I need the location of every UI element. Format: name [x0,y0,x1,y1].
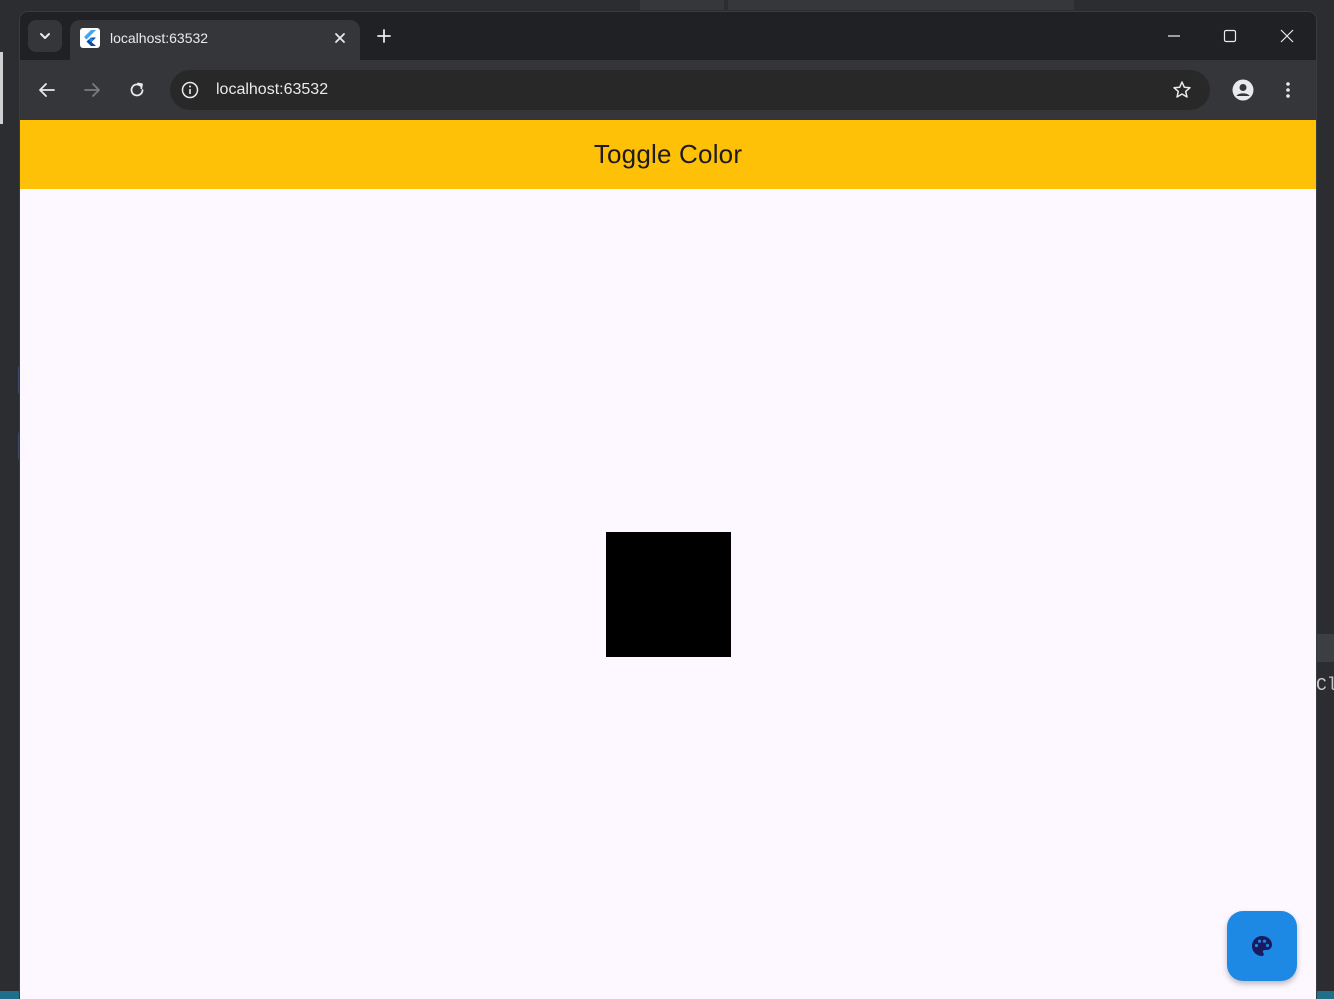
background-right-bar [1316,634,1334,662]
background-left-marker [0,52,3,124]
plus-icon [376,28,392,44]
arrow-left-icon [38,81,56,99]
background-tab [728,0,1074,10]
chevron-down-icon [38,29,52,43]
minimize-icon [1167,29,1181,43]
background-left-strip [0,0,20,999]
background-code-text: Cla [1316,676,1334,696]
address-bar[interactable]: localhost:63532 [170,70,1210,110]
tab-search-button[interactable] [28,20,62,52]
close-window-button[interactable] [1273,22,1301,50]
browser-window: localhost:63532 localhost:63532 Toggle C… [20,12,1316,999]
new-tab-button[interactable] [372,24,396,48]
page-title: Toggle Color [593,139,743,169]
tab-title: localhost:63532 [110,30,209,46]
profile-icon [1232,79,1254,101]
color-square [606,532,731,657]
browser-toolbar: localhost:63532 [20,60,1316,120]
minimize-window-button[interactable] [1160,22,1188,50]
browser-tab-active[interactable]: localhost:63532 [70,20,360,60]
tab-strip: localhost:63532 [20,12,1316,60]
more-vert-icon [1285,81,1291,99]
app-bar: Toggle Color [20,120,1316,189]
browser-menu-button[interactable] [1274,76,1302,104]
reload-button[interactable] [123,76,151,104]
app-page: Toggle Color [20,120,1316,999]
site-info-icon[interactable] [178,78,202,102]
palette-icon [1250,934,1274,958]
back-button[interactable] [33,76,61,104]
maximize-window-button[interactable] [1216,22,1244,50]
bookmark-star-icon[interactable] [1170,78,1194,102]
maximize-icon [1223,29,1237,43]
background-tab [640,0,724,10]
arrow-right-icon [83,81,101,99]
flutter-logo-icon [80,28,100,48]
reload-icon [128,81,146,99]
forward-button[interactable] [78,76,106,104]
close-icon [334,32,346,44]
url-text[interactable]: localhost:63532 [216,80,328,100]
profile-button[interactable] [1229,76,1257,104]
close-tab-button[interactable] [330,28,350,48]
close-icon [1280,29,1294,43]
toggle-color-button[interactable] [1227,911,1297,981]
